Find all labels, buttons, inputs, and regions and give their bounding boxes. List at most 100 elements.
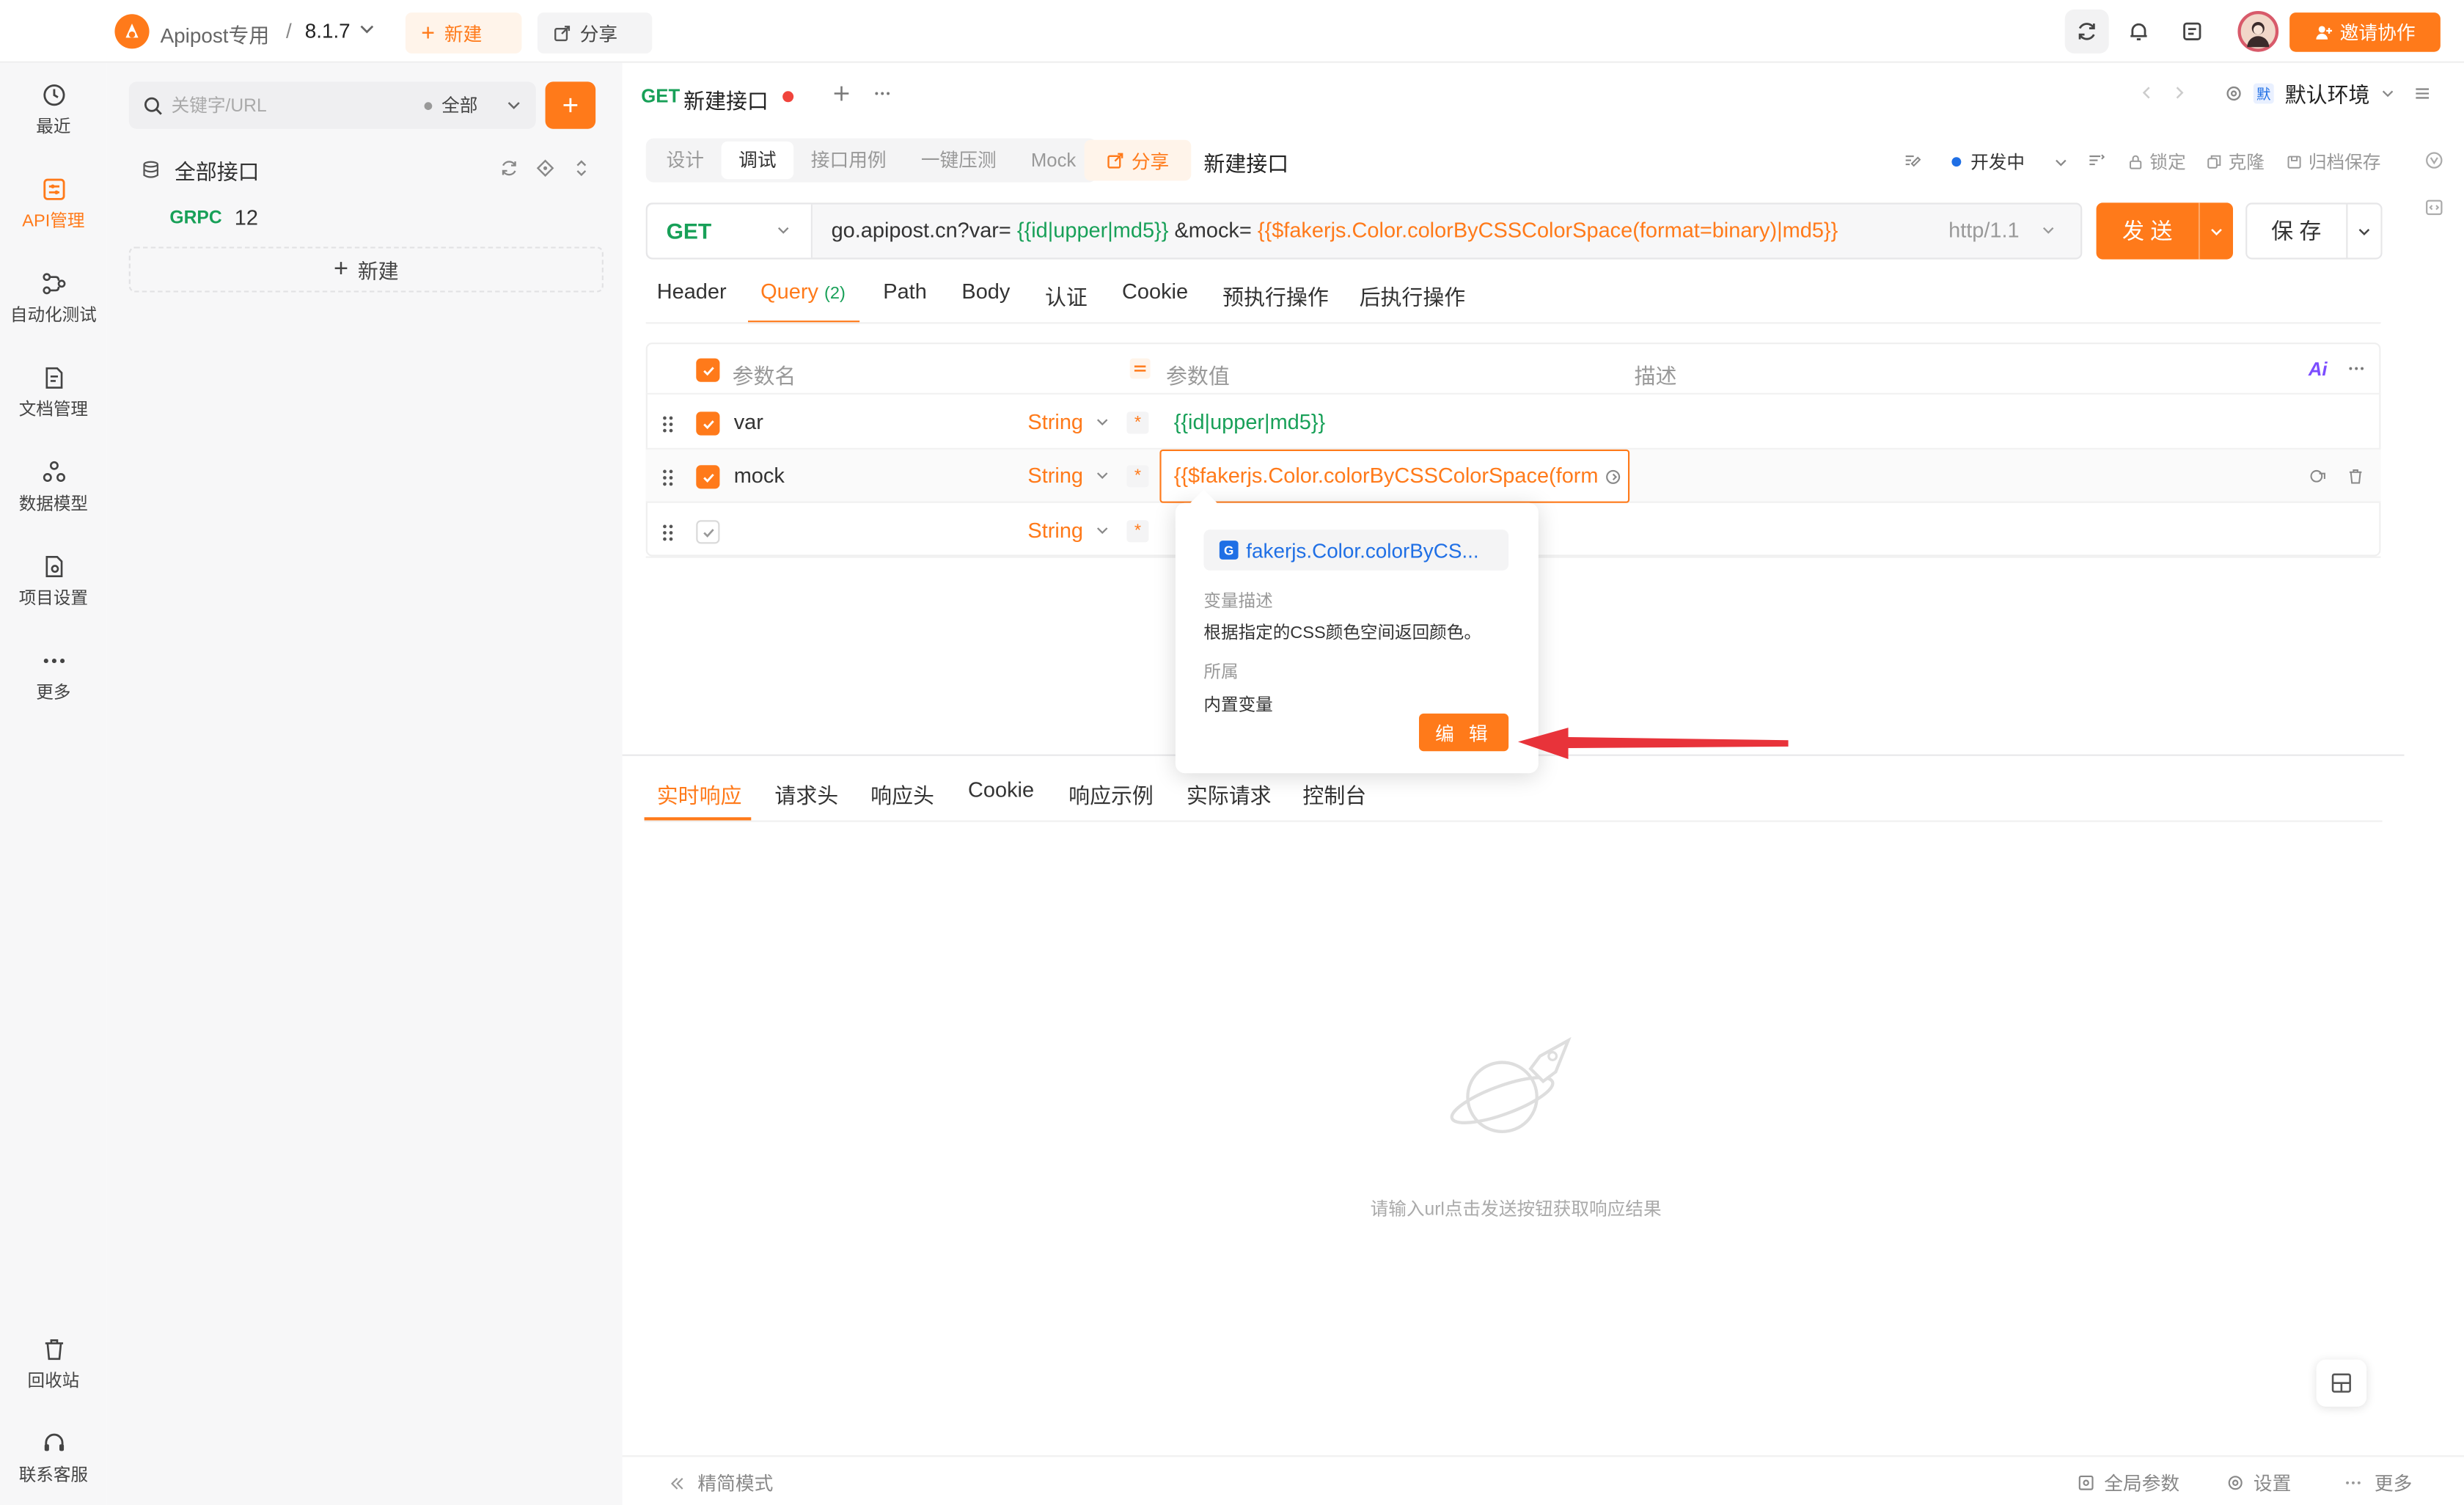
nav-item-autotest[interactable]: 自动化测试 [0,271,107,327]
req-tab-header[interactable]: Header [657,279,727,303]
lock-button[interactable]: 锁定 [2127,150,2186,175]
mode-tab-design[interactable]: 设计 [649,142,722,179]
save-button[interactable]: 保 存 [2245,202,2383,260]
resp-tab-cookie[interactable]: Cookie [968,778,1034,802]
nav-item-trash[interactable]: 回收站 [0,1336,107,1392]
nav-item-support[interactable]: 联系客服 [0,1430,107,1487]
save-options-icon[interactable] [2347,224,2380,238]
menu-icon[interactable] [2413,85,2431,103]
required-toggle[interactable]: * [1126,411,1149,434]
drag-handle-icon[interactable] [660,469,675,488]
add-tab-icon[interactable] [833,85,851,103]
param-type-select[interactable]: String [1027,464,1110,487]
resp-tab-request-headers[interactable]: 请求头 [774,778,838,810]
resp-tab-console[interactable]: 控制台 [1302,778,1366,810]
mode-tab-debug[interactable]: 调试 [721,141,794,180]
env-select[interactable]: 默 默认环境 [2211,73,2406,114]
api-share-button[interactable]: 分享 [1084,139,1192,181]
global-params-button[interactable]: 全局参数 [2078,1470,2179,1496]
notes-icon[interactable] [2170,10,2214,54]
bell-icon[interactable] [2116,10,2160,54]
version-label[interactable]: 8.1.7 [305,19,351,43]
req-tab-cookie[interactable]: Cookie [1122,279,1188,303]
chevron-down-icon[interactable] [359,21,376,38]
more-icon[interactable] [2347,360,2365,378]
req-tab-path[interactable]: Path [883,279,927,303]
tree-root[interactable]: 全部接口 [142,154,260,186]
nav-item-models[interactable]: 数据模型 [0,459,107,516]
req-tab-query[interactable]: Query (2) [760,279,846,303]
param-value-input-focused[interactable]: {{$fakerjs.Color.colorByCSSColorSpace(fo… [1159,449,1630,503]
more-button[interactable]: 更多 [2344,1470,2412,1496]
invite-button[interactable]: 邀请协作 [2289,12,2441,52]
req-tab-pre-script[interactable]: 预执行操作 [1222,279,1329,311]
drag-handle-icon[interactable] [660,524,675,543]
delete-icon[interactable] [2346,466,2365,486]
variable-panel-icon[interactable] [2424,151,2443,170]
url-input[interactable]: go.apipost.cn?var= {{id|upper|md5}} &moc… [832,219,1838,242]
project-name[interactable]: Apipost专用 [161,19,270,49]
param-enabled-checkbox[interactable] [696,411,720,436]
param-name-input[interactable]: mock [734,464,785,487]
status-select[interactable]: 开发中 [1951,150,2067,175]
drag-handle-icon[interactable] [660,415,675,434]
search-input[interactable]: 关键字/URL 全部 [128,81,536,129]
tree-item-grpc[interactable]: GRPC 12 [169,206,258,230]
archive-save-button[interactable]: 归档保存 [2287,150,2380,175]
nav-item-api[interactable]: API管理 [0,176,107,232]
resp-tab-response-headers[interactable]: 响应头 [870,778,934,810]
locate-icon[interactable] [536,158,555,177]
refresh-icon[interactable] [499,158,518,177]
settings-button[interactable]: 设置 [2226,1470,2291,1496]
edit-variable-button[interactable]: 编 辑 [1418,713,1509,752]
tab-new-api[interactable]: GET 新建接口 [622,70,819,121]
req-tab-body[interactable]: Body [961,279,1010,303]
mode-tab-mock[interactable]: Mock [1013,142,1093,179]
select-all-checkbox[interactable] [696,358,720,382]
new-button[interactable]: + 新建 [405,12,522,54]
tab-next-icon[interactable] [2171,85,2187,100]
send-button[interactable]: 发 送 [2096,202,2233,260]
simple-mode-button[interactable]: 精简模式 [670,1470,773,1496]
clone-button[interactable]: 克隆 [2207,150,2265,175]
send-options-icon[interactable] [2200,224,2233,238]
tree-new-button[interactable]: + 新建 [128,246,604,293]
param-enabled-checkbox[interactable] [696,465,720,489]
nav-item-docs[interactable]: 文档管理 [0,365,107,421]
row-settings-icon[interactable] [2309,466,2328,486]
api-name-input[interactable]: 新建接口 [1203,146,1288,177]
tab-prev-icon[interactable] [2138,85,2154,100]
sort-icon[interactable] [2087,151,2106,170]
required-toggle[interactable]: * [1126,465,1149,488]
layout-toggle-icon[interactable] [2316,1359,2367,1407]
avatar[interactable] [2237,11,2279,52]
param-type-select[interactable]: String [1027,410,1110,433]
param-enabled-checkbox[interactable] [696,520,720,544]
code-panel-icon[interactable] [2424,198,2443,217]
expand-collapse-icon[interactable] [572,158,591,177]
ai-icon[interactable]: Ai [2309,359,2328,381]
filter-select[interactable]: 全部 [424,92,522,117]
share-button[interactable]: 分享 [537,12,653,54]
param-type-select[interactable]: String [1027,519,1110,542]
protocol-select[interactable]: http/1.1 [1948,219,2056,242]
variable-link[interactable]: G fakerjs.Color.colorByCS... [1203,530,1509,571]
edit-desc-icon[interactable] [1903,151,1922,170]
expand-editor-icon[interactable] [1604,468,1622,486]
tab-more-icon[interactable] [873,85,891,103]
req-tab-auth[interactable]: 认证 [1045,279,1088,311]
sync-icon[interactable] [2064,9,2109,54]
nav-item-recent[interactable]: 最近 [0,81,107,138]
param-value-input[interactable]: {{id|upper|md5}} [1174,410,1325,433]
nav-item-project-settings[interactable]: 项目设置 [0,553,107,609]
method-select[interactable]: GET [647,204,813,258]
resp-tab-examples[interactable]: 响应示例 [1068,778,1154,810]
resp-tab-realtime[interactable]: 实时响应 [657,778,742,810]
param-name-input[interactable]: var [734,410,763,433]
req-tab-post-script[interactable]: 后执行操作 [1360,279,1466,311]
mode-tab-stress[interactable]: 一键压测 [903,142,1013,179]
required-toggle[interactable]: * [1126,520,1149,543]
add-api-button[interactable]: + [545,81,596,129]
mode-tab-cases[interactable]: 接口用例 [793,142,903,179]
nav-item-more[interactable]: 更多 [0,648,107,704]
